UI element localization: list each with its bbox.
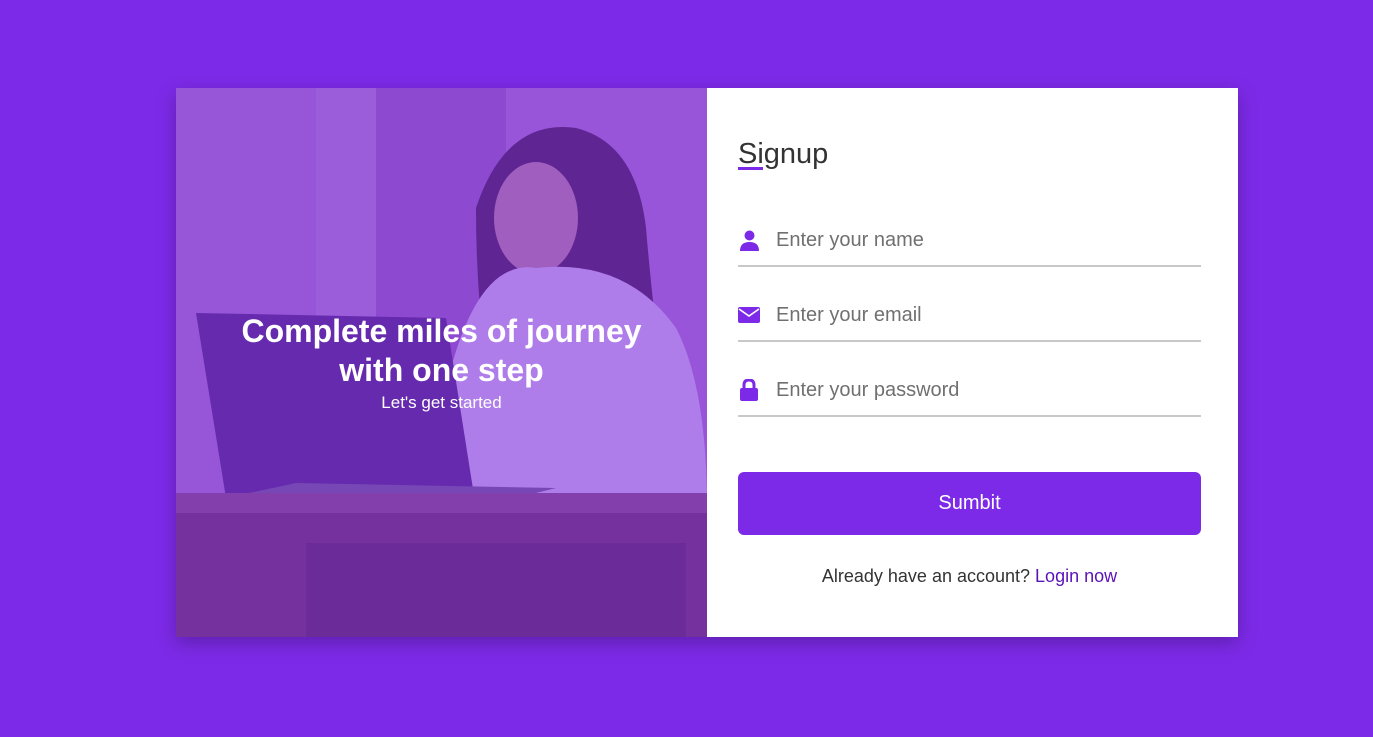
hero-text: Complete miles of journey with one step …	[176, 312, 707, 413]
envelope-icon	[738, 304, 760, 326]
hero-headline: Complete miles of journey with one step	[241, 313, 642, 388]
login-prompt: Already have an account? Login now	[738, 566, 1201, 587]
user-icon	[738, 229, 760, 251]
password-input[interactable]	[776, 378, 1186, 402]
password-field	[738, 365, 1201, 417]
lock-icon	[738, 379, 760, 401]
signup-form: Signup Enter your name Enter your email …	[707, 88, 1238, 637]
submit-button[interactable]: Sumbit	[738, 472, 1201, 535]
name-field	[738, 215, 1201, 267]
email-field	[738, 290, 1201, 342]
title-underline	[738, 167, 763, 170]
name-input[interactable]	[776, 228, 1186, 252]
hero-panel: Complete miles of journey with one step …	[176, 88, 707, 637]
login-prompt-text: Already have an account?	[821, 566, 1031, 586]
hero-subtitle: Let's get started	[381, 393, 502, 412]
email-input[interactable]	[776, 303, 1186, 327]
signup-card: Complete miles of journey with one step …	[176, 88, 1238, 637]
login-link[interactable]: Login now	[1035, 566, 1117, 586]
